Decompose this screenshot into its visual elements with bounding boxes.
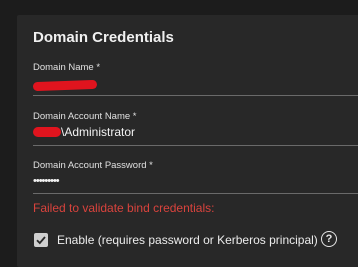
account-name-value: \Administrator: [61, 125, 136, 139]
account-password-value: •••••••••: [33, 175, 60, 187]
domain-name-label: Domain Name *: [33, 62, 101, 73]
domain-credentials-panel: Domain Credentials Domain Name * Domain …: [17, 15, 358, 267]
account-password-label: Domain Account Password *: [33, 160, 153, 171]
checkmark-icon: [36, 236, 46, 245]
redaction-mark: [33, 127, 61, 137]
domain-name-field[interactable]: [17, 73, 358, 97]
account-password-field[interactable]: •••••••••: [17, 172, 358, 194]
panel-title: Domain Credentials: [33, 29, 174, 46]
domain-name-underline: [33, 95, 358, 96]
account-name-field[interactable]: \Administrator: [17, 123, 358, 145]
account-name-underline: [33, 145, 358, 146]
help-icon[interactable]: ?: [321, 231, 337, 247]
enable-label[interactable]: Enable (requires password or Kerberos pr…: [57, 233, 318, 247]
account-password-underline: [33, 193, 358, 194]
redaction-mark: [32, 79, 98, 92]
account-name-label: Domain Account Name *: [33, 111, 137, 122]
enable-checkbox[interactable]: [34, 233, 48, 247]
error-message: Failed to validate bind credentials:: [33, 201, 215, 215]
